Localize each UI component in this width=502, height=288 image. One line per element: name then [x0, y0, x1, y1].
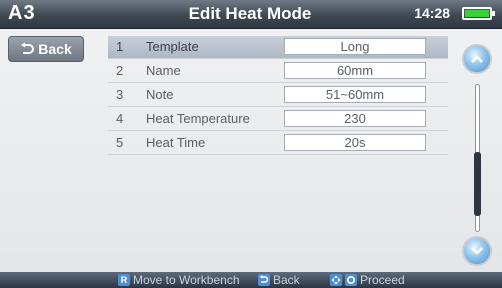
page-title: Edit Heat Mode — [188, 4, 312, 23]
name-value-field[interactable]: 60mm — [284, 62, 426, 79]
key-nav-icon — [330, 274, 342, 286]
heat-temperature-value-field[interactable]: 230 — [284, 110, 426, 127]
key-r-icon: R — [118, 274, 130, 286]
row-number: 1 — [116, 39, 124, 54]
back-button-label: Back — [38, 41, 72, 57]
row-number: 4 — [116, 111, 124, 126]
heat-time-value-field[interactable]: 20s — [284, 134, 426, 151]
row-heat-temperature[interactable]: 4 Heat Temperature 230 — [108, 108, 448, 131]
row-note[interactable]: 3 Note 51~60mm — [108, 84, 448, 107]
hint-label: Move to Workbench — [133, 273, 240, 287]
key-back-icon — [258, 274, 270, 286]
row-label: Heat Time — [146, 135, 206, 150]
row-label: Template — [146, 39, 199, 54]
hint-back[interactable]: Back — [258, 272, 300, 288]
row-name[interactable]: 2 Name 60mm — [108, 60, 448, 83]
row-number: 2 — [116, 63, 124, 78]
battery-level — [465, 10, 489, 17]
row-label: Heat Temperature — [146, 111, 250, 126]
chevron-down-icon — [471, 247, 483, 255]
hint-label: Proceed — [360, 273, 405, 287]
row-number: 5 — [116, 135, 124, 150]
key-ok-icon — [345, 274, 357, 286]
battery-icon — [462, 7, 495, 20]
row-number: 3 — [116, 87, 124, 102]
row-label: Note — [146, 87, 174, 102]
row-heat-time[interactable]: 5 Heat Time 20s — [108, 132, 448, 155]
scroll-down-button[interactable] — [462, 236, 492, 266]
row-template[interactable]: 1 Template Long — [108, 36, 448, 59]
hint-move-to-workbench[interactable]: R Move to Workbench — [118, 272, 240, 288]
hint-label: Back — [273, 273, 300, 287]
settings-table: 1 Template Long 2 Name 60mm 3 Note 51~60… — [108, 36, 448, 252]
scrollbar-thumb[interactable] — [474, 152, 481, 216]
scroll-up-button[interactable] — [462, 44, 492, 74]
row-label: Name — [146, 63, 181, 78]
chevron-up-icon — [471, 55, 483, 63]
clock: 14:28 — [414, 5, 450, 21]
note-value-field[interactable]: 51~60mm — [284, 86, 426, 103]
back-button[interactable]: Back — [8, 36, 84, 62]
footer-hint-bar: R Move to Workbench Back Proceed — [0, 272, 502, 288]
heat-mode-screen: A3 Edit Heat Mode 14:28 Back 1 Template … — [0, 0, 502, 288]
title-bar: A3 Edit Heat Mode 14:28 — [0, 0, 502, 29]
back-arrow-icon — [21, 42, 35, 54]
brand-logo: A3 — [8, 2, 36, 24]
hint-proceed[interactable]: Proceed — [330, 272, 405, 288]
template-value-field[interactable]: Long — [284, 38, 426, 55]
